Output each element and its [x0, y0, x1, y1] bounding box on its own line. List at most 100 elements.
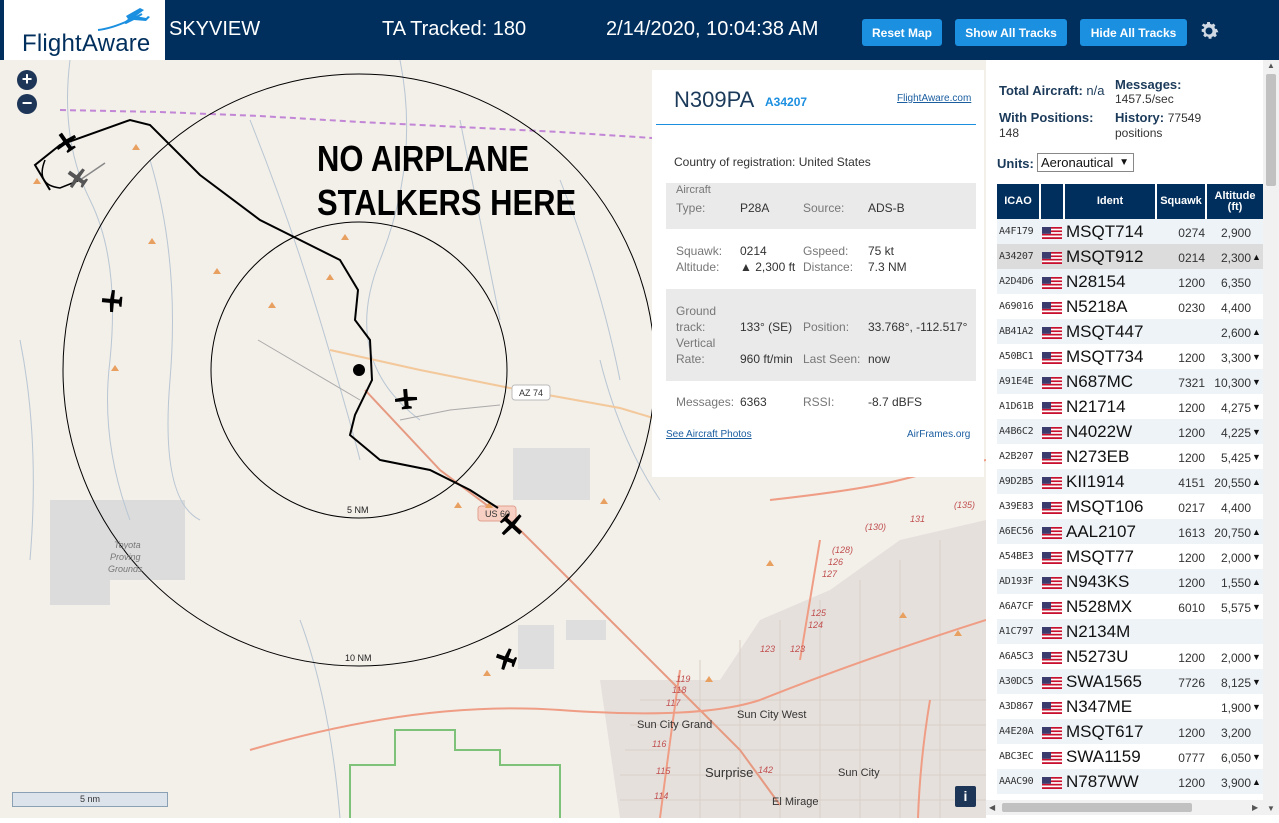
tracked-count: TA Tracked: 180	[382, 18, 527, 40]
row-ident: MSQT447	[1066, 322, 1144, 341]
row-squawk: 4151	[1178, 476, 1205, 490]
table-row[interactable]: AD193F N943KS 1200 1,550 ▲	[997, 569, 1263, 594]
table-row[interactable]: AAAC90 N787WW 1200 3,900 ▲	[997, 769, 1263, 794]
svg-text:Sun City West: Sun City West	[737, 709, 807, 721]
row-squawk: 1200	[1178, 726, 1205, 740]
gray-area-1	[513, 448, 590, 500]
header-altitude[interactable]: Altitude (ft)	[1207, 184, 1263, 219]
ring-label-5: 5 NM	[347, 505, 369, 515]
table-row[interactable]: A69016 N5218A 0230 4,400	[997, 294, 1263, 319]
table-row[interactable]: A6EC56 AAL2107 1613 20,750 ▲	[997, 519, 1263, 544]
popup-messages: 6363	[740, 395, 767, 409]
header-ident[interactable]: Ident	[1065, 184, 1155, 219]
header-flag[interactable]	[1041, 184, 1063, 219]
reset-map-button[interactable]: Reset Map	[862, 19, 942, 46]
with-positions-value: 148	[999, 126, 1020, 140]
row-altitude: 3,900	[1220, 776, 1251, 790]
table-row[interactable]: A2B207 N273EB 1200 5,425 ▼	[997, 444, 1263, 469]
table-row[interactable]: A4B6C2 N4022W 1200 4,225 ▼	[997, 419, 1263, 444]
svg-text:114: 114	[654, 791, 668, 801]
popup-gspeed: 75 kt	[868, 244, 895, 258]
row-squawk: 7321	[1178, 376, 1205, 390]
row-squawk: 1200	[1178, 651, 1205, 665]
horizontal-scrollbar[interactable]: ◀ ▶	[986, 800, 1263, 815]
table-row[interactable]: A54BE3 MSQT77 1200 2,000 ▼	[997, 544, 1263, 569]
row-ident: SWA1565	[1066, 672, 1142, 691]
popup-icao[interactable]: A34207	[765, 95, 807, 109]
info-button[interactable]: i	[955, 786, 976, 807]
row-squawk: 1200	[1178, 576, 1205, 590]
ring-label-10: 10 NM	[345, 653, 372, 663]
svg-text:116: 116	[652, 739, 666, 749]
table-row[interactable]: A39E83 MSQT106 0217 4,400	[997, 494, 1263, 519]
row-vertical-trend-icon: ▲	[1252, 777, 1261, 787]
gear-icon[interactable]	[1197, 19, 1221, 43]
history-stat: History: 77549	[1115, 110, 1202, 125]
table-row[interactable]: A30DC5 SWA1565 7726 8,125 ▼	[997, 669, 1263, 694]
zoom-in-button[interactable]: +	[17, 70, 37, 90]
row-icao: A69016	[999, 301, 1034, 312]
row-vertical-trend-icon: ▼	[1252, 352, 1261, 362]
row-vertical-trend-icon: ▲	[1252, 477, 1261, 487]
row-squawk: 1200	[1178, 351, 1205, 365]
row-vertical-trend-icon: ▼	[1252, 402, 1261, 412]
table-row[interactable]: A4F179 MSQT714 0274 2,900	[997, 219, 1263, 244]
us-flag-icon	[1042, 226, 1062, 239]
svg-text:142: 142	[758, 765, 773, 775]
row-vertical-trend-icon: ▲	[1252, 327, 1261, 337]
row-ident: MSQT77	[1066, 547, 1135, 566]
popup-type-block: Aircraft Type: P28A Source: ADS-B	[666, 183, 976, 229]
map-view[interactable]: 5 NM 10 NM AZ 74 US 60 Toyota Proving Gr…	[0, 60, 986, 818]
table-row[interactable]: A6A7CF N528MX 6010 5,575 ▼	[997, 594, 1263, 619]
flightaware-link[interactable]: FlightAware.com	[897, 93, 971, 104]
svg-text:El Mirage: El Mirage	[772, 796, 818, 808]
horizontal-scroll-thumb[interactable]	[1002, 803, 1192, 812]
table-row[interactable]: A91E4E N687MC 7321 10,300 ▼	[997, 369, 1263, 394]
overlay-line-1: NO AIRPLANE	[317, 138, 530, 179]
table-row[interactable]: A2D4D6 N28154 1200 6,350	[997, 269, 1263, 294]
vertical-scroll-thumb[interactable]	[1266, 74, 1276, 186]
row-ident: MSQT106	[1066, 497, 1144, 516]
scroll-up-icon[interactable]: ▲	[1267, 61, 1275, 70]
scroll-down-icon[interactable]: ▼	[1267, 804, 1275, 813]
table-row[interactable]: A3D867 N347ME 1,900 ▼	[997, 694, 1263, 719]
table-row[interactable]: A1D61B N21714 1200 4,275 ▼	[997, 394, 1263, 419]
row-squawk: 1200	[1178, 551, 1205, 565]
row-ident: MSQT912	[1066, 247, 1144, 266]
popup-lastseen: now	[868, 352, 891, 366]
row-icao: A2B207	[999, 451, 1034, 462]
row-ident: N347ME	[1066, 697, 1133, 716]
table-row[interactable]: ABC3EC SWA1159 0777 6,050 ▼	[997, 744, 1263, 769]
table-row[interactable]: A1C797 N2134M	[997, 619, 1263, 644]
table-row[interactable]: AB41A2 MSQT447 2,600 ▲	[997, 319, 1263, 344]
receiver-location	[353, 364, 365, 376]
svg-text:123: 123	[760, 644, 775, 654]
row-altitude: 5,425	[1220, 451, 1251, 465]
us-flag-icon	[1042, 276, 1062, 289]
zoom-out-button[interactable]: −	[17, 94, 37, 114]
us-flag-icon	[1042, 726, 1062, 739]
units-select[interactable]: Aeronautical ▼	[1037, 153, 1134, 172]
table-row[interactable]: A4E20A MSQT617 1200 3,200	[997, 719, 1263, 744]
table-row[interactable]: A6A5C3 N5273U 1200 2,000 ▼	[997, 644, 1263, 669]
row-icao: AD193F	[999, 576, 1034, 587]
scroll-left-icon[interactable]: ◀	[989, 803, 995, 812]
table-row[interactable]: A9D2B5 KII1914 4151 20,550 ▲	[997, 469, 1263, 494]
header-icao[interactable]: ICAO	[997, 184, 1039, 219]
table-row[interactable]: A34207 MSQT912 0214 2,300 ▲	[997, 244, 1263, 269]
flightaware-logo[interactable]: FlightAware	[4, 0, 165, 60]
svg-text:115: 115	[656, 766, 671, 776]
hide-all-tracks-button[interactable]: Hide All Tracks	[1080, 19, 1187, 46]
scroll-right-icon[interactable]: ▶	[1252, 803, 1258, 812]
popup-messages-block: Messages: 6363 RSSI: -8.7 dBFS	[676, 395, 923, 409]
row-ident: KII1914	[1066, 472, 1125, 491]
row-ident: AAL2107	[1066, 522, 1136, 541]
aircraft-photos-link[interactable]: See Aircraft Photos	[666, 429, 752, 440]
show-all-tracks-button[interactable]: Show All Tracks	[955, 19, 1067, 46]
header-squawk[interactable]: Squawk	[1157, 184, 1205, 219]
popup-registration: N309PA	[674, 87, 755, 112]
table-row[interactable]: A50BC1 MSQT734 1200 3,300 ▼	[997, 344, 1263, 369]
row-vertical-trend-icon: ▲	[1252, 252, 1261, 262]
vertical-scrollbar[interactable]: ▲ ▼	[1263, 60, 1279, 815]
airframes-link[interactable]: AirFrames.org	[907, 429, 970, 440]
